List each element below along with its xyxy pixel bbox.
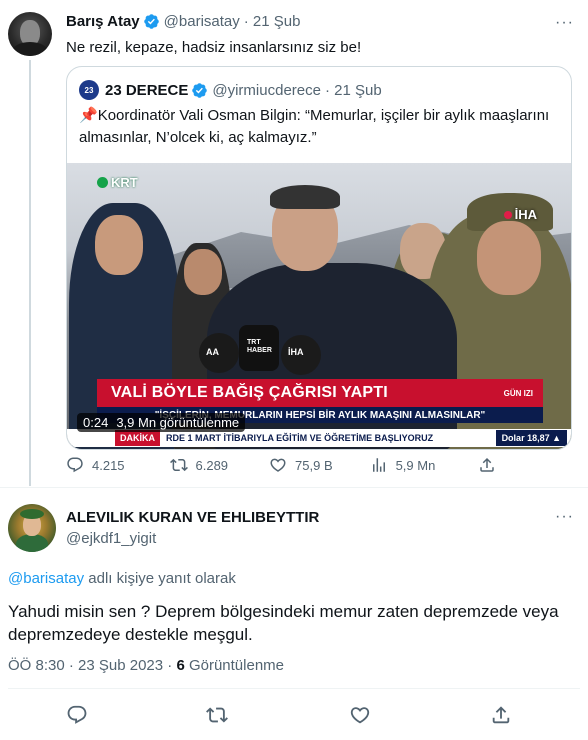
more-options-icon[interactable]: ··· xyxy=(555,14,574,32)
quoted-tweet[interactable]: 23 23 DERECE @yirmiucderece · 21 Şub 📌Ko… xyxy=(66,66,572,450)
avatar-ejkdf1-yigit[interactable] xyxy=(8,504,56,552)
retweet-button[interactable]: 6.289 xyxy=(169,456,270,474)
quoted-avatar: 23 xyxy=(79,80,99,100)
replying-to-suffix: adlı kişiye yanıt olarak xyxy=(84,570,236,587)
video-overlay: 0:24 3,9 Mn görüntülenme xyxy=(77,413,246,432)
quoted-text-body: Koordinatör Vali Osman Bilgin: “Memurlar… xyxy=(79,107,550,146)
replying-to: @barisatay adlı kişiye yanıt olarak xyxy=(8,570,236,587)
divider xyxy=(8,688,580,689)
agency-logo: İHA xyxy=(504,207,537,222)
video-view-count: 3,9 Mn görüntülenme xyxy=(116,415,240,430)
tweet-header: Barış Atay @barisatay · 21 Şub xyxy=(66,13,300,30)
ticker-text: RDE 1 MART İTİBARIYLA EĞİTİM VE ÖĞRETİME… xyxy=(166,433,434,443)
mic-label: TRT HABER xyxy=(247,339,272,354)
quoted-author-handle: @yirmiucderece xyxy=(212,81,321,99)
microphone xyxy=(199,333,239,373)
verified-badge-icon xyxy=(143,14,159,29)
video-scene-hair xyxy=(270,185,340,209)
news-headline-bar: VALİ BÖYLE BAĞIŞ ÇAĞRISI YAPTI GÜN IZI xyxy=(97,379,543,407)
like-button[interactable] xyxy=(349,704,371,726)
views-button[interactable]: 5,9 Mn xyxy=(370,456,478,474)
view-count: 5,9 Mn xyxy=(395,457,436,473)
author-name[interactable]: Barış Atay xyxy=(66,13,140,30)
avatar-turban xyxy=(20,509,44,519)
verified-badge-icon xyxy=(192,82,208,98)
video-duration: 0:24 xyxy=(83,415,109,430)
reply-count: 4.215 xyxy=(92,457,125,473)
thread-line xyxy=(29,60,31,486)
channel-logo: KRT xyxy=(97,175,138,190)
like-count: 75,9 B xyxy=(295,457,333,473)
reply-button[interactable] xyxy=(66,704,88,726)
main-tweet: Barış Atay @barisatay · 21 Şub ··· Ne re… xyxy=(0,0,588,486)
quoted-tweet-text: 📌Koordinatör Vali Osman Bilgin: “Memurla… xyxy=(79,105,559,149)
reply-view-count: 6 xyxy=(176,657,185,674)
tweet-time[interactable]: · 21 Şub xyxy=(244,13,301,30)
reply-tweet: ALEVILIK KURAN VE EHLIBEYTTIR @ejkdf1_yi… xyxy=(0,487,588,740)
quoted-author-name: 23 DERECE xyxy=(105,81,189,99)
replying-to-mention[interactable]: @barisatay xyxy=(8,570,84,587)
reply-timestamp[interactable]: ÖÖ 8:30 · 23 Şub 2023 · xyxy=(8,657,176,674)
ticker-dolar: Dolar 18,87 ▲ xyxy=(495,430,567,446)
author-handle[interactable]: @barisatay xyxy=(164,13,240,30)
video-player[interactable]: AA TRT HABER İHA KRT İHA VALİ BÖYLE BAĞI… xyxy=(67,163,571,449)
quoted-tweet-time: · 21 Şub xyxy=(324,81,382,99)
news-headline-tag: GÜN IZI xyxy=(503,388,533,398)
tweet-text: Ne rezil, kepaze, hadsiz insanlarsınız s… xyxy=(66,39,362,56)
reply-button[interactable]: 4.215 xyxy=(66,456,170,474)
news-headline: VALİ BÖYLE BAĞIŞ ÇAĞRISI YAPTI xyxy=(111,384,388,401)
mic-label: İHA xyxy=(288,347,304,357)
like-button[interactable]: 75,9 B xyxy=(269,456,370,474)
video-scene-face xyxy=(477,221,541,295)
reply-icon xyxy=(67,705,87,724)
avatar-shoulder xyxy=(12,42,48,56)
share-icon xyxy=(492,706,510,724)
more-options-icon[interactable]: ··· xyxy=(555,508,574,526)
reply-text: Yahudi misin sen ? Deprem bölgesindeki m… xyxy=(8,602,559,644)
share-button[interactable] xyxy=(478,456,496,474)
ticker-label: DAKİKA xyxy=(115,430,160,446)
tweet-actions: 4.215 6.289 75,9 B 5,9 Mn xyxy=(66,456,496,474)
mic-label: AA xyxy=(206,347,219,357)
reply-meta: ÖÖ 8:30 · 23 Şub 2023 · 6 Görüntülenme xyxy=(8,657,284,674)
share-icon xyxy=(480,457,494,472)
reply-view-label: Görüntülenme xyxy=(184,657,285,674)
avatar-barisatay[interactable] xyxy=(8,12,52,56)
heart-icon xyxy=(350,707,370,724)
analytics-icon xyxy=(372,458,385,472)
heart-icon xyxy=(270,458,286,472)
quoted-tweet-header: 23 23 DERECE @yirmiucderece · 21 Şub xyxy=(79,80,382,100)
reply-author-handle[interactable]: @ejkdf1_yigit xyxy=(66,530,156,547)
retweet-count: 6.289 xyxy=(195,457,229,473)
share-button[interactable] xyxy=(490,704,512,726)
pushpin-icon: 📌 xyxy=(79,107,98,124)
reply-icon xyxy=(67,457,83,473)
retweet-icon xyxy=(169,458,188,472)
avatar-body xyxy=(16,534,48,552)
reply-author-name[interactable]: ALEVILIK KURAN VE EHLIBEYTTIR xyxy=(66,509,319,526)
retweet-icon xyxy=(206,707,228,723)
retweet-button[interactable] xyxy=(206,704,228,726)
